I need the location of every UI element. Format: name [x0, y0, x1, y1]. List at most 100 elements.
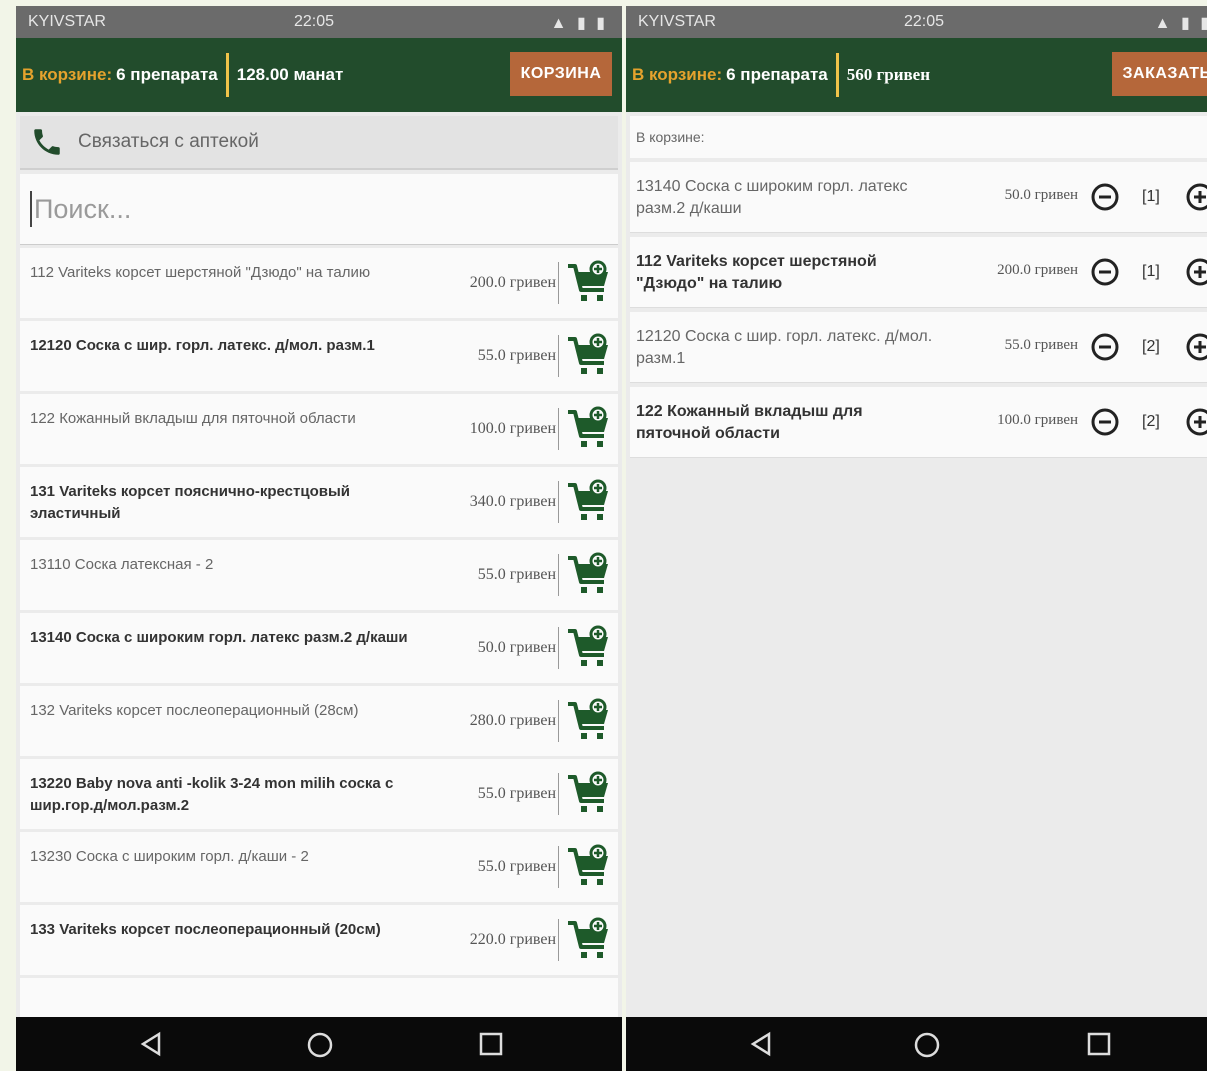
cart-item-name: 12120 Соска с шир. горл. латекс. д/мол. … — [636, 328, 933, 367]
cart-item-price: 50.0 гривен — [1004, 187, 1078, 203]
cart-item-quantity: [1] — [1142, 188, 1160, 205]
cart-item-name: 112 Variteks корсет шерстяной "Дзюдо" на… — [636, 253, 877, 292]
cart-item-row: 122 Кожанный вкладыш для пяточной област… — [630, 387, 1207, 458]
product-name: 13140 Соска с широким горл. латекс разм.… — [30, 629, 408, 646]
divider — [225, 53, 229, 97]
plus-circle-icon — [1186, 333, 1207, 361]
add-to-cart-button[interactable] — [566, 771, 614, 822]
product-name: 133 Variteks корсет послеоперационный (2… — [30, 921, 381, 938]
product-price: 340.0 гривен — [469, 493, 556, 510]
product-name: 12120 Соска с шир. горл. латекс. д/мол. … — [30, 337, 375, 354]
divider — [558, 627, 559, 669]
minus-circle-icon — [1091, 333, 1119, 361]
contact-pharmacy-button[interactable]: Связаться с аптекой — [20, 116, 618, 170]
cart-count: 6 препарата — [726, 65, 828, 84]
increase-quantity-button[interactable] — [1185, 257, 1207, 292]
divider — [558, 700, 559, 742]
product-price: 50.0 гривен — [477, 639, 556, 656]
product-price: 55.0 гривен — [477, 566, 556, 583]
cart-label: В корзине: — [22, 65, 113, 84]
cart-item-quantity: [2] — [1142, 413, 1160, 430]
cart-item-price: 100.0 гривен — [997, 412, 1078, 428]
product-row[interactable]: 13220 Baby nova anti -kolik 3-24 mon mil… — [20, 759, 618, 829]
order-button[interactable]: ЗАКАЗАТЬ — [1112, 52, 1207, 96]
clock: 22:05 — [904, 13, 945, 30]
increase-quantity-button[interactable] — [1185, 182, 1207, 217]
add-to-cart-icon — [568, 771, 608, 812]
cart-list: 13140 Соска с широким горл. латекс разм.… — [626, 162, 1207, 458]
add-to-cart-icon — [568, 406, 608, 447]
add-to-cart-button[interactable] — [566, 625, 614, 676]
increase-quantity-button[interactable] — [1185, 332, 1207, 367]
add-to-cart-button[interactable] — [566, 260, 614, 311]
cart-item-name: 122 Кожанный вкладыш для пяточной област… — [636, 403, 863, 442]
back-icon[interactable] — [138, 1031, 164, 1057]
add-to-cart-button[interactable] — [566, 917, 614, 968]
decrease-quantity-button[interactable] — [1090, 182, 1120, 217]
product-price: 55.0 гривен — [477, 347, 556, 364]
decrease-quantity-button[interactable] — [1090, 407, 1120, 442]
add-to-cart-icon — [568, 552, 608, 593]
carrier-label: KYIVSTAR — [28, 13, 106, 30]
product-price: 55.0 гривен — [477, 858, 556, 875]
cart-section-label: В корзине: — [630, 116, 1207, 158]
status-bar: KYIVSTAR 22:05 ▲ ▮ ▮ — [16, 6, 622, 38]
cart-item-quantity: [2] — [1142, 338, 1160, 355]
back-icon[interactable] — [748, 1031, 774, 1057]
product-name: 13110 Соска латексная - 2 — [30, 556, 214, 573]
add-to-cart-icon — [568, 917, 608, 958]
minus-circle-icon — [1091, 258, 1119, 286]
cart-summary-bar: В корзине: 6 препарата 560 гривен ЗАКАЗА… — [626, 38, 1207, 112]
add-to-cart-icon — [568, 260, 608, 301]
phone-icon — [34, 129, 60, 155]
decrease-quantity-button[interactable] — [1090, 257, 1120, 292]
carrier-label: KYIVSTAR — [638, 13, 716, 30]
product-row[interactable]: 133 Variteks корсет послеоперационный (2… — [20, 905, 618, 975]
product-price: 100.0 гривен — [469, 420, 556, 437]
divider — [558, 773, 559, 815]
add-to-cart-icon — [568, 333, 608, 374]
add-to-cart-icon — [568, 625, 608, 666]
add-to-cart-button[interactable] — [566, 406, 614, 457]
add-to-cart-button[interactable] — [566, 333, 614, 384]
product-name: 13230 Соска с широким горл. д/каши - 2 — [30, 848, 309, 865]
product-row[interactable]: 132 Variteks корсет послеоперационный (2… — [20, 686, 618, 756]
search-input[interactable] — [32, 192, 536, 226]
cart-item-row: 12120 Соска с шир. горл. латекс. д/мол. … — [630, 312, 1207, 383]
cart-button[interactable]: КОРЗИНА — [510, 52, 612, 96]
search-bar[interactable] — [20, 174, 618, 245]
product-name: 112 Variteks корсет шерстяной "Дзюдо" на… — [30, 264, 371, 281]
catalog-screen: KYIVSTAR 22:05 ▲ ▮ ▮ В корзине: 6 препар… — [16, 6, 622, 1071]
home-icon[interactable] — [306, 1031, 334, 1059]
divider — [558, 554, 559, 596]
product-name: 131 Variteks корсет пояснично-крестцовый… — [30, 483, 351, 522]
add-to-cart-button[interactable] — [566, 698, 614, 749]
home-icon[interactable] — [913, 1031, 941, 1059]
product-price: 280.0 гривен — [469, 712, 556, 729]
plus-circle-icon — [1186, 183, 1207, 211]
decrease-quantity-button[interactable] — [1090, 332, 1120, 367]
product-price: 220.0 гривен — [469, 931, 556, 948]
product-row[interactable]: 13110 Соска латексная - 2 55.0 гривен — [20, 540, 618, 610]
recents-icon[interactable] — [478, 1031, 504, 1057]
add-to-cart-button[interactable] — [566, 479, 614, 530]
increase-quantity-button[interactable] — [1185, 407, 1207, 442]
recents-icon[interactable] — [1086, 1031, 1112, 1057]
product-row[interactable]: 122 Кожанный вкладыш для пяточной област… — [20, 394, 618, 464]
product-row[interactable]: 13230 Соска с широким горл. д/каши - 2 55… — [20, 832, 618, 902]
product-row[interactable]: 112 Variteks корсет шерстяной "Дзюдо" на… — [20, 248, 618, 318]
divider — [558, 262, 559, 304]
add-to-cart-button[interactable] — [566, 552, 614, 603]
plus-circle-icon — [1186, 258, 1207, 286]
minus-circle-icon — [1091, 183, 1119, 211]
add-to-cart-button[interactable] — [566, 844, 614, 895]
product-row[interactable]: 13140 Соска с широким горл. латекс разм.… — [20, 613, 618, 683]
divider — [558, 846, 559, 888]
add-to-cart-icon — [568, 698, 608, 739]
divider — [558, 481, 559, 523]
product-row[interactable]: 12120 Соска с шир. горл. латекс. д/мол. … — [20, 321, 618, 391]
status-icons: ▲ ▮ ▮ — [1154, 15, 1207, 32]
navigation-bar — [16, 1017, 622, 1071]
product-row[interactable]: 131 Variteks корсет пояснично-крестцовый… — [20, 467, 618, 537]
divider — [558, 335, 559, 377]
